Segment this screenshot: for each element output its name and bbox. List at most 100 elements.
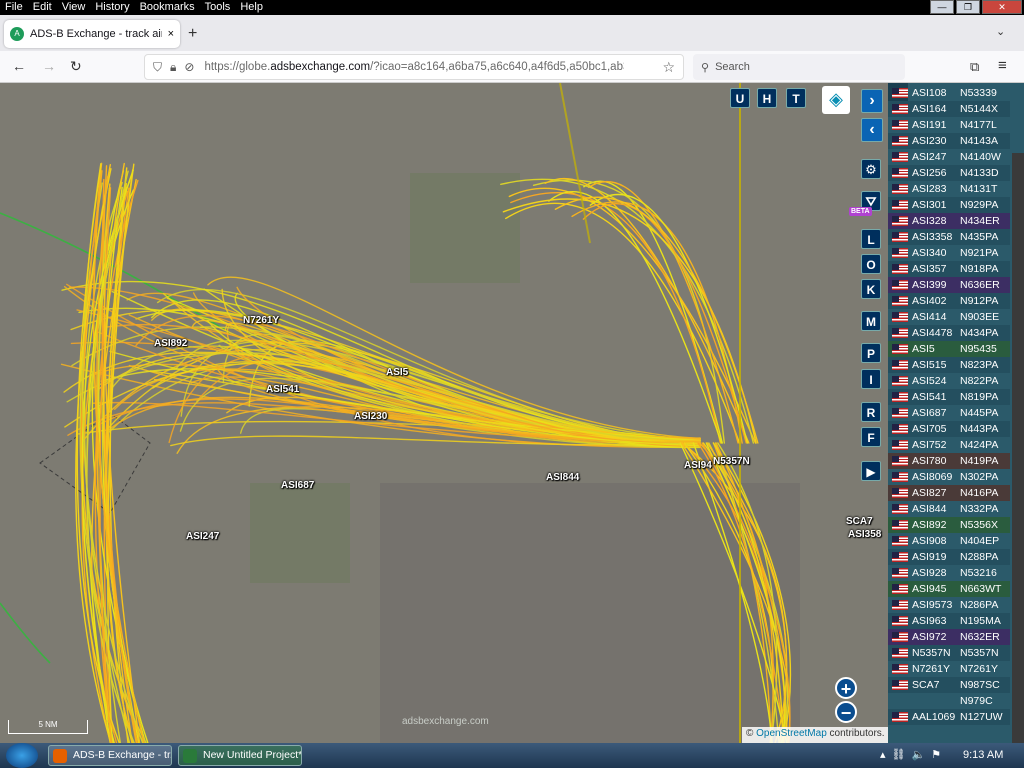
zoom-in-button[interactable]: +: [835, 677, 857, 699]
taskbar-project[interactable]: New Untitled Project*: [178, 745, 302, 766]
bookmark-star-icon[interactable]: ☆: [662, 59, 675, 76]
map-button-t[interactable]: T: [786, 88, 806, 108]
aircraft-list-row[interactable]: SCA7 N987SC: [888, 677, 1010, 693]
url-bar[interactable]: ⛉ 🔒︎ ⊘ https://globe.adsbexchange.com/?i…: [144, 54, 684, 80]
aircraft-list-row[interactable]: ASI919 N288PA: [888, 549, 1010, 565]
aircraft-list-row[interactable]: ASI328 N434ER: [888, 213, 1010, 229]
url-text[interactable]: https://globe.adsbexchange.com/?icao=a8c…: [204, 61, 624, 73]
maximize-button[interactable]: ❐: [956, 0, 980, 14]
menu-bookmarks[interactable]: Bookmarks: [135, 0, 200, 15]
aircraft-label[interactable]: ASI94: [684, 460, 712, 471]
aircraft-label[interactable]: ASI844: [546, 472, 579, 483]
map-area[interactable]: U H T ◈ › ‹ ⚙ ⛛ BETA L O K M P I R F ▶ N…: [0, 83, 888, 743]
aircraft-label[interactable]: ASI5: [386, 367, 408, 378]
menu-edit[interactable]: Edit: [28, 0, 57, 15]
aircraft-list-row[interactable]: N979C: [888, 693, 1010, 709]
aircraft-list-row[interactable]: ASI164 N5144X: [888, 101, 1010, 117]
map-canvas[interactable]: [0, 83, 888, 743]
menu-history[interactable]: History: [90, 0, 134, 15]
aircraft-list-row[interactable]: ASI945 N663WT: [888, 581, 1010, 597]
aircraft-label[interactable]: ASI358: [848, 529, 881, 540]
map-button-k[interactable]: K: [861, 279, 881, 299]
aircraft-list-row[interactable]: ASI705 N443PA: [888, 421, 1010, 437]
aircraft-list-row[interactable]: N5357N N5357N: [888, 645, 1010, 661]
aircraft-list-row[interactable]: ASI414 N903EE: [888, 309, 1010, 325]
aircraft-list-row[interactable]: N7261Y N7261Y: [888, 661, 1010, 677]
aircraft-list-row[interactable]: ASI256 N4133D: [888, 165, 1010, 181]
aircraft-list-row[interactable]: ASI963 N195MA: [888, 613, 1010, 629]
settings-gear-icon[interactable]: ⚙: [861, 159, 881, 179]
collapse-panel-left-icon[interactable]: ‹: [861, 118, 883, 142]
close-tab-icon[interactable]: ×: [168, 28, 174, 40]
map-button-i[interactable]: I: [861, 369, 881, 389]
panel-scrollbar[interactable]: [1012, 153, 1024, 743]
layers-icon[interactable]: ◈: [822, 86, 850, 114]
aircraft-list-row[interactable]: ASI515 N823PA: [888, 357, 1010, 373]
aircraft-label[interactable]: ASI687: [281, 480, 314, 491]
aircraft-list-row[interactable]: ASI908 N404EP: [888, 533, 1010, 549]
aircraft-list-row[interactable]: ASI402 N912PA: [888, 293, 1010, 309]
windows-start-button[interactable]: [6, 743, 38, 768]
extensions-icon[interactable]: ⧉: [970, 59, 979, 75]
replay-icon[interactable]: ▶: [861, 461, 881, 481]
aircraft-list-row[interactable]: ASI844 N332PA: [888, 501, 1010, 517]
aircraft-list-row[interactable]: ASI247 N4140W: [888, 149, 1010, 165]
aircraft-list-row[interactable]: ASI108 N53339: [888, 85, 1010, 101]
menu-tools[interactable]: Tools: [200, 0, 236, 15]
aircraft-label[interactable]: N7261Y: [243, 315, 279, 326]
aircraft-label[interactable]: ASI541: [266, 384, 299, 395]
permissions-icon[interactable]: ⊘: [184, 60, 194, 74]
system-tray[interactable]: ▴⛓🔈⚑: [880, 748, 947, 761]
aircraft-list-row[interactable]: ASI283 N4131T: [888, 181, 1010, 197]
menu-help[interactable]: Help: [235, 0, 268, 15]
menu-hamburger-icon[interactable]: ≡: [998, 57, 1007, 74]
map-button-f[interactable]: F: [861, 427, 881, 447]
tab-adsb[interactable]: A ADS-B Exchange - track aircraft ×: [4, 20, 180, 48]
lock-icon[interactable]: 🔒︎: [170, 60, 176, 75]
aircraft-list-row[interactable]: ASI928 N53216: [888, 565, 1010, 581]
new-tab-button[interactable]: +: [188, 25, 197, 43]
menu-file[interactable]: File: [0, 0, 28, 15]
map-button-u[interactable]: U: [730, 88, 750, 108]
aircraft-list-row[interactable]: ASI340 N921PA: [888, 245, 1010, 261]
aircraft-list-row[interactable]: ASI357 N918PA: [888, 261, 1010, 277]
map-button-r[interactable]: R: [861, 402, 881, 422]
close-window-button[interactable]: ✕: [982, 0, 1022, 14]
aircraft-list-row[interactable]: ASI4478 N434PA: [888, 325, 1010, 341]
aircraft-label[interactable]: ASI247: [186, 531, 219, 542]
back-arrow-icon[interactable]: ←: [12, 58, 26, 74]
map-button-p[interactable]: P: [861, 343, 881, 363]
osm-link[interactable]: OpenStreetMap: [756, 728, 827, 739]
aircraft-label[interactable]: ASI892: [154, 338, 187, 349]
aircraft-list-row[interactable]: ASI301 N929PA: [888, 197, 1010, 213]
aircraft-list-row[interactable]: AAL1069 N127UW: [888, 709, 1010, 725]
aircraft-list-row[interactable]: ASI3358 N435PA: [888, 229, 1010, 245]
aircraft-list-row[interactable]: ASI230 N4143A: [888, 133, 1010, 149]
tracking-shield-icon[interactable]: ⛉: [153, 60, 162, 75]
reload-icon[interactable]: ↻: [70, 58, 82, 75]
aircraft-list-row[interactable]: ASI8069 N302PA: [888, 469, 1010, 485]
menu-view[interactable]: View: [57, 0, 91, 15]
expand-panel-right-icon[interactable]: ›: [861, 89, 883, 113]
forward-arrow-icon[interactable]: →: [42, 58, 56, 74]
map-button-h[interactable]: H: [757, 88, 777, 108]
aircraft-list-row[interactable]: ASI9573 N286PA: [888, 597, 1010, 613]
aircraft-list-row[interactable]: ASI541 N819PA: [888, 389, 1010, 405]
aircraft-list-row[interactable]: ASI972 N632ER: [888, 629, 1010, 645]
aircraft-label[interactable]: SCA7: [846, 516, 873, 527]
taskbar-firefox[interactable]: ADS-B Exchange - tr...: [48, 745, 172, 766]
aircraft-list-row[interactable]: ASI399 N636ER: [888, 277, 1010, 293]
aircraft-list-row[interactable]: ASI524 N822PA: [888, 373, 1010, 389]
aircraft-list-row[interactable]: ASI892 N5356X: [888, 517, 1010, 533]
minimize-button[interactable]: —: [930, 0, 954, 14]
aircraft-list-row[interactable]: ASI687 N445PA: [888, 405, 1010, 421]
aircraft-label[interactable]: N5357N: [713, 456, 750, 467]
list-tabs-chevron-icon[interactable]: ⌄: [996, 25, 1005, 38]
aircraft-list-row[interactable]: ASI5 N95435: [888, 341, 1010, 357]
clock[interactable]: 9:13 AM: [963, 749, 1003, 761]
aircraft-list-row[interactable]: ASI827 N416PA: [888, 485, 1010, 501]
map-button-l[interactable]: L: [861, 229, 881, 249]
map-button-o[interactable]: O: [861, 254, 881, 274]
map-button-m[interactable]: M: [861, 311, 881, 331]
aircraft-label[interactable]: ASI230: [354, 411, 387, 422]
